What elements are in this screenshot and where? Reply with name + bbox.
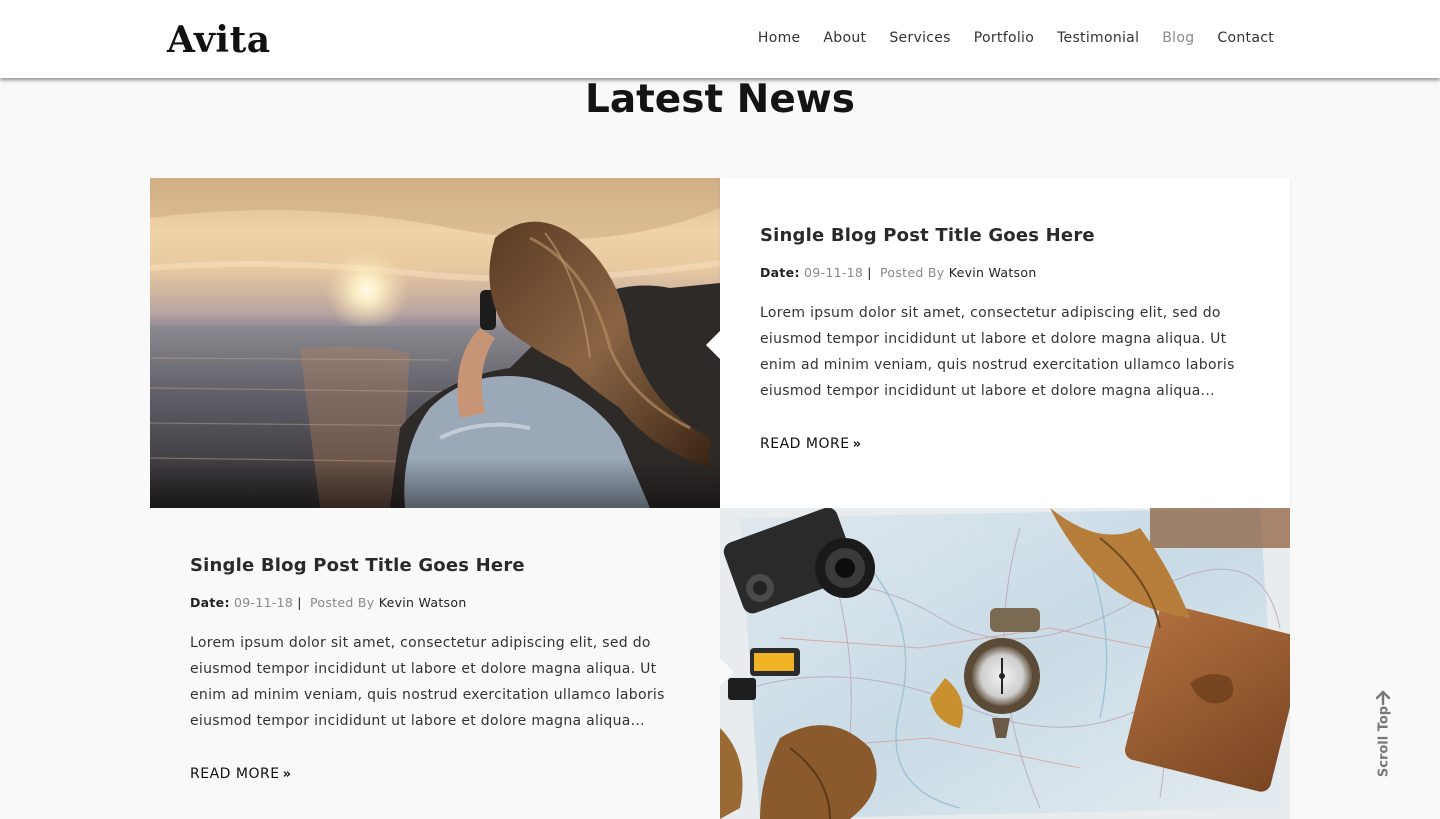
arrow-notch	[720, 658, 734, 686]
site-logo[interactable]: Avita	[167, 18, 271, 62]
double-chevron-right-icon: »	[282, 767, 292, 782]
post-excerpt: Lorem ipsum dolor sit amet, consectetur …	[190, 635, 665, 729]
post-meta: Date: 09-11-18 | Posted By Kevin Watson	[190, 594, 680, 612]
post-image-travel[interactable]	[720, 508, 1290, 819]
meta-separator: |	[867, 265, 872, 280]
scroll-top-button[interactable]: Scroll Top	[1372, 690, 1394, 785]
post-image-sunset[interactable]	[150, 178, 720, 508]
date-label: Date:	[190, 595, 230, 610]
post-meta: Date: 09-11-18 | Posted By Kevin Watson	[760, 264, 1250, 282]
blog-grid: Single Blog Post Title Goes Here Date: 0…	[150, 178, 1290, 819]
travel-map-photo	[720, 508, 1290, 819]
scroll-top-label: Scroll Top	[1376, 705, 1392, 778]
read-more-label: READ MORE	[190, 766, 280, 782]
read-more-link[interactable]: READ MORE»	[760, 434, 861, 455]
woman-sunset-photo	[150, 178, 720, 508]
blog-post-row: Single Blog Post Title Goes Here Date: 0…	[150, 508, 1290, 819]
nav-services[interactable]: Services	[889, 28, 950, 48]
nav-home[interactable]: Home	[758, 28, 801, 48]
nav-blog[interactable]: Blog	[1162, 28, 1194, 48]
posted-by-label: Posted By	[309, 595, 375, 610]
post-date: 09-11-18	[804, 265, 864, 280]
post-excerpt: Lorem ipsum dolor sit amet, consectetur …	[760, 305, 1235, 399]
post-title[interactable]: Single Blog Post Title Goes Here	[760, 224, 1250, 248]
meta-separator: |	[297, 595, 302, 610]
section-title: Latest News	[584, 77, 856, 122]
nav-testimonial[interactable]: Testimonial	[1057, 28, 1139, 48]
nav-portfolio[interactable]: Portfolio	[974, 28, 1034, 48]
read-more-link[interactable]: READ MORE»	[190, 764, 291, 785]
double-chevron-right-icon: »	[852, 437, 862, 452]
blog-post-row: Single Blog Post Title Goes Here Date: 0…	[150, 178, 1290, 508]
post-content: Single Blog Post Title Goes Here Date: 0…	[706, 178, 1290, 508]
post-author[interactable]: Kevin Watson	[379, 595, 467, 610]
site-header: Avita Home About Services Portfolio Test…	[0, 0, 1440, 78]
post-author[interactable]: Kevin Watson	[949, 265, 1037, 280]
nav-about[interactable]: About	[823, 28, 866, 48]
post-content: Single Blog Post Title Goes Here Date: 0…	[150, 508, 734, 819]
date-label: Date:	[760, 265, 800, 280]
arrow-notch	[706, 331, 720, 359]
posted-by-label: Posted By	[879, 265, 945, 280]
read-more-label: READ MORE	[760, 436, 850, 452]
post-date: 09-11-18	[234, 595, 294, 610]
post-title[interactable]: Single Blog Post Title Goes Here	[190, 554, 680, 578]
main-nav: Home About Services Portfolio Testimonia…	[735, 28, 1274, 48]
nav-contact[interactable]: Contact	[1217, 28, 1274, 48]
